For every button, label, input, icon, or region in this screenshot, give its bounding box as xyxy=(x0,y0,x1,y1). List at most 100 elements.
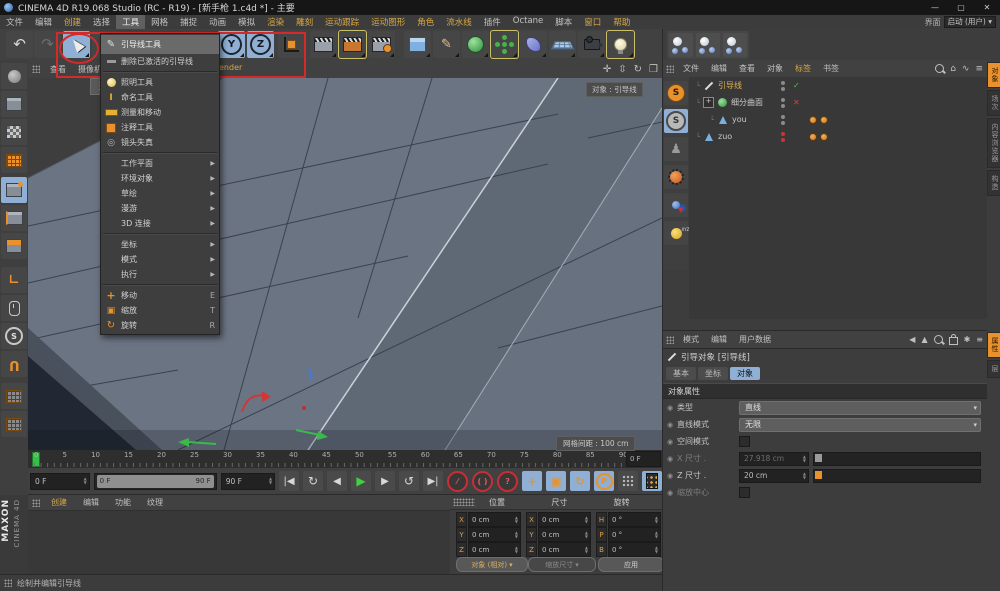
tag-icons[interactable] xyxy=(809,133,828,141)
goto-end-button[interactable]: ▶| xyxy=(423,471,443,491)
material-list-area[interactable] xyxy=(28,511,450,574)
tools-menu-item-工作平面[interactable]: 工作平面▶ xyxy=(101,156,219,171)
side-tab-对象[interactable]: 对象 xyxy=(987,62,1000,88)
coord-value-field[interactable]: 0 cm▲▼ xyxy=(468,542,521,557)
align-workplane-button[interactable] xyxy=(1,411,27,437)
object-name[interactable]: 细分曲面 xyxy=(731,97,763,108)
coord-value-field[interactable]: 0 °▲▼ xyxy=(608,512,661,527)
coord-value-field[interactable]: 0 cm▲▼ xyxy=(538,527,591,542)
search-icon[interactable] xyxy=(934,335,943,344)
tools-menu-item-引导线工具[interactable]: ✎引导线工具 xyxy=(101,35,219,54)
attribute-select-类型[interactable]: 直线 xyxy=(739,401,981,415)
attribute-number-field[interactable]: 27.918 cm▲▼ xyxy=(739,452,809,466)
am-menu-模式[interactable]: 模式 xyxy=(677,334,705,345)
tools-menu-item-移动[interactable]: +移动E xyxy=(101,288,219,303)
object-name[interactable]: you xyxy=(732,115,747,124)
filter-icon[interactable]: ≡ xyxy=(975,64,983,74)
attribute-tab-基本[interactable]: 基本 xyxy=(666,367,696,380)
menu-item-模拟[interactable]: 模拟 xyxy=(232,15,261,29)
add-cube-button[interactable] xyxy=(404,31,431,58)
enabled-check-icon[interactable]: ✓ xyxy=(793,81,800,90)
home-icon[interactable]: ⌂ xyxy=(950,64,956,74)
axis-center-button[interactable] xyxy=(664,221,688,245)
back-icon[interactable]: ◀ xyxy=(909,335,915,344)
drag-handle-icon[interactable] xyxy=(666,336,674,344)
viewport-menu-查看[interactable]: 查看 xyxy=(44,64,72,75)
drag-handle-icon[interactable] xyxy=(453,498,475,506)
material-menu-纹理[interactable]: 纹理 xyxy=(140,497,170,508)
menu-item-雕刻[interactable]: 雕刻 xyxy=(290,15,319,29)
timeline-ruler[interactable]: 051015202530354045505560657075808590 0 F xyxy=(28,450,662,469)
spinner-icon[interactable]: ▲▼ xyxy=(515,531,518,539)
attribute-checkbox[interactable] xyxy=(739,487,750,498)
spinner-icon[interactable]: ▲▼ xyxy=(803,472,806,480)
layout-preset-3-button[interactable] xyxy=(723,33,747,57)
tree-row-you[interactable]: └you xyxy=(689,111,987,128)
om-menu-对象[interactable]: 对象 xyxy=(761,63,789,74)
tools-menu-item-删除已激活的引导线[interactable]: 删除已激活的引导线 xyxy=(101,54,219,69)
menu-item-帮助[interactable]: 帮助 xyxy=(607,15,636,29)
spinner-icon[interactable]: ▲▼ xyxy=(515,516,518,524)
coord-value-field[interactable]: 0 °▲▼ xyxy=(608,527,661,542)
viewport-solo-button[interactable] xyxy=(1,295,27,321)
menu-item-运动图形[interactable]: 运动图形 xyxy=(365,15,411,29)
om-menu-标签[interactable]: 标签 xyxy=(789,63,817,74)
next-frame-button[interactable]: ▶ xyxy=(375,471,395,491)
autokey-button[interactable]: ( ) xyxy=(472,471,493,492)
slider-handle[interactable] xyxy=(815,471,822,479)
material-menu-编辑[interactable]: 编辑 xyxy=(76,497,106,508)
enable-snap-button[interactable]: U xyxy=(1,351,27,377)
expand-icon[interactable]: + xyxy=(703,97,714,108)
viewport-rotate-icon[interactable]: ↻ xyxy=(634,64,642,75)
key-position-toggle[interactable]: + xyxy=(522,471,542,491)
current-frame-field[interactable]: 0 F▲▼ xyxy=(30,473,90,490)
snap-settings-button[interactable]: S xyxy=(1,323,27,349)
om-menu-查看[interactable]: 查看 xyxy=(733,63,761,74)
tools-menu-item-旋转[interactable]: ↻旋转R xyxy=(101,318,219,333)
coord-value-field[interactable]: 0 cm▲▼ xyxy=(538,512,591,527)
settings-icon[interactable]: ✱ xyxy=(964,335,971,344)
edges-mode-button[interactable] xyxy=(1,205,27,231)
attribute-slider-track[interactable] xyxy=(813,469,981,483)
close-button[interactable]: ✕ xyxy=(974,3,1000,12)
tree-row-细分曲面[interactable]: └+细分曲面✕ xyxy=(689,94,987,111)
visibility-dots[interactable] xyxy=(781,98,785,108)
viewport-pan-icon[interactable]: ✛ xyxy=(603,64,611,75)
y-axis-lock-button[interactable]: Y xyxy=(218,31,245,58)
attribute-select-直线模式[interactable]: 无限 xyxy=(739,418,981,432)
menu-item-流水线[interactable]: 流水线 xyxy=(440,15,478,29)
tools-menu-item-3D 连接[interactable]: 3D 连接▶ xyxy=(101,216,219,231)
light-button[interactable] xyxy=(607,31,634,58)
animatable-dot-icon[interactable]: ◉ xyxy=(667,455,677,463)
disabled-cross-icon[interactable]: ✕ xyxy=(793,98,800,107)
tools-menu-item-漫游[interactable]: 漫游▶ xyxy=(101,201,219,216)
enable-axis-button[interactable]: ∟ xyxy=(1,267,27,293)
maximize-button[interactable]: ▢ xyxy=(948,3,974,12)
attribute-checkbox[interactable] xyxy=(739,436,750,447)
visibility-dots[interactable] xyxy=(781,132,785,142)
tools-menu-item-缩放[interactable]: ▣缩放T xyxy=(101,303,219,318)
menu-item-捕捉[interactable]: 捕捉 xyxy=(174,15,203,29)
side-tab-内容浏览器[interactable]: 内容浏览器 xyxy=(987,118,1000,168)
up-icon[interactable]: ▲ xyxy=(921,335,927,344)
menu-item-创建[interactable]: 创建 xyxy=(58,15,87,29)
subdivision-surface-button[interactable] xyxy=(462,31,489,58)
menu-item-Octane[interactable]: Octane xyxy=(507,15,550,29)
coord-mode-select[interactable]: 对象 (相对) ▾ xyxy=(456,557,528,572)
coordinate-system-button[interactable] xyxy=(278,31,305,58)
tools-menu-item-测量和移动[interactable]: 测量和移动 xyxy=(101,105,219,120)
deformer-button[interactable] xyxy=(520,31,547,58)
coord-value-field[interactable]: 0 °▲▼ xyxy=(608,542,661,557)
key-scale-toggle[interactable]: ▣ xyxy=(546,471,566,491)
am-menu-用户数据[interactable]: 用户数据 xyxy=(733,334,777,345)
spinner-icon[interactable]: ▲▼ xyxy=(655,516,658,524)
menu-item-文件[interactable]: 文件 xyxy=(0,15,29,29)
coord-value-field[interactable]: 0 cm▲▼ xyxy=(538,542,591,557)
keyframe-selection-button[interactable]: ? xyxy=(497,471,518,492)
tree-row-zuo[interactable]: └zuo xyxy=(689,128,987,145)
end-frame-field[interactable]: 90 F▲▼ xyxy=(221,473,275,490)
coord-value-field[interactable]: 0 cm▲▼ xyxy=(468,527,521,542)
frame-range-slider[interactable]: 0 F90 F xyxy=(94,473,217,490)
z-axis-lock-button[interactable]: Z xyxy=(247,31,274,58)
am-menu-编辑[interactable]: 编辑 xyxy=(705,334,733,345)
